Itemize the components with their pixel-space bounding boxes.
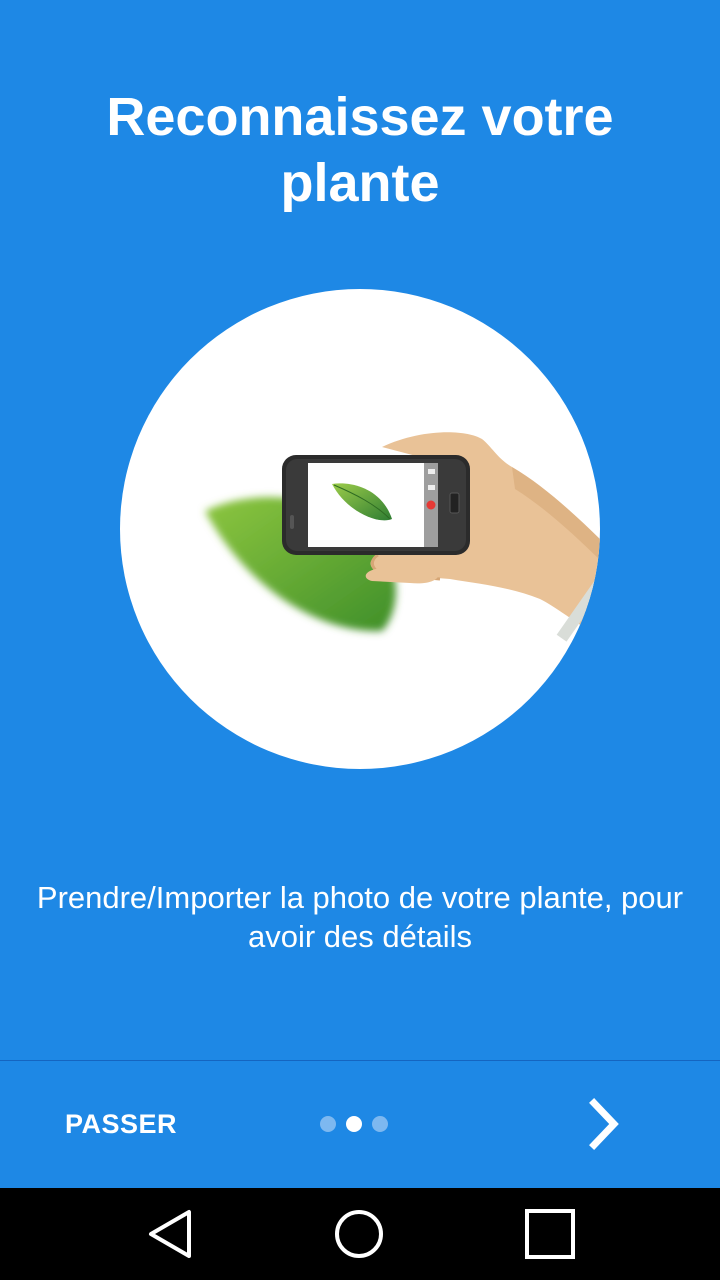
next-button[interactable] (570, 1093, 640, 1155)
home-button[interactable] (331, 1206, 387, 1262)
phone-icon (282, 455, 470, 555)
home-circle-icon (335, 1210, 383, 1258)
onboarding-bottom-bar: PASSER (0, 1061, 720, 1188)
page-indicator (320, 1116, 400, 1134)
skip-button[interactable]: PASSER (40, 1093, 202, 1155)
recents-button[interactable] (522, 1206, 578, 1262)
back-button[interactable] (142, 1206, 198, 1262)
page-dot-1[interactable] (320, 1116, 336, 1132)
back-triangle-icon (149, 1210, 191, 1258)
page-dot-2-active[interactable] (346, 1116, 362, 1132)
thumb-icon (365, 566, 439, 584)
recents-square-icon (525, 1209, 575, 1259)
system-navigation-bar (0, 1188, 720, 1280)
page-title: Reconnaissez votre plante (106, 87, 614, 213)
onboarding-screen: Reconnaissez votre plante Prendre/Import… (0, 0, 720, 1280)
onboarding-description: Prendre/Importer la photo de votre plant… (36, 880, 684, 954)
illustration-circle (120, 289, 600, 769)
chevron-right-icon (589, 1098, 619, 1150)
phone-leaf-illustration (205, 432, 600, 642)
page-dot-3[interactable] (372, 1116, 388, 1132)
